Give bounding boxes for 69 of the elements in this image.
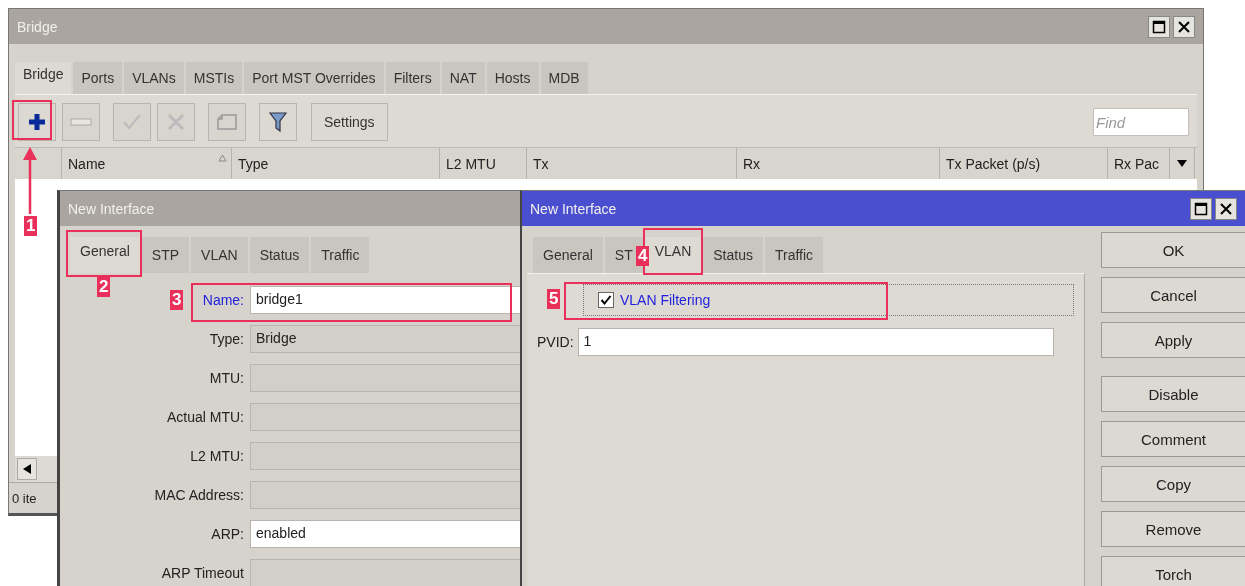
tab[interactable]: Ports xyxy=(73,62,125,94)
tab[interactable]: Filters xyxy=(385,62,442,94)
minus-icon xyxy=(70,116,92,128)
dialog-button[interactable]: OK xyxy=(1101,232,1245,268)
step-number: 5 xyxy=(547,289,561,309)
close-icon xyxy=(1177,19,1191,34)
tab[interactable]: Port MST Overrides xyxy=(244,62,386,94)
tab[interactable]: Bridge xyxy=(15,62,74,94)
step-number: 4 xyxy=(636,246,650,266)
dialog-button[interactable]: Cancel xyxy=(1101,277,1245,313)
dialog-button[interactable]: Disable xyxy=(1101,376,1245,412)
field-label: Type: xyxy=(209,330,244,347)
window-title: Bridge xyxy=(17,18,58,35)
filter-button[interactable] xyxy=(259,103,297,141)
cross-icon xyxy=(166,112,186,132)
maximize-icon xyxy=(1152,19,1166,34)
checkbox-label: VLAN Filtering xyxy=(620,292,711,308)
sort-arrow-icon xyxy=(218,154,227,162)
tab[interactable]: General xyxy=(533,237,605,273)
tab[interactable]: MDB xyxy=(540,62,590,94)
dialog-button[interactable]: Comment xyxy=(1101,421,1245,457)
tab[interactable]: STP xyxy=(141,237,192,273)
field-label: ARP Timeout xyxy=(161,564,244,581)
add-button[interactable] xyxy=(18,103,56,141)
maximize-button[interactable] xyxy=(1190,197,1212,220)
find-field[interactable]: Find xyxy=(1093,108,1189,136)
note-icon xyxy=(216,113,238,131)
field-label: PVID: xyxy=(537,334,574,350)
field-label: MTU: xyxy=(209,369,244,386)
field-label: MAC Address: xyxy=(154,486,244,503)
left-arrow-icon xyxy=(23,464,31,474)
window-title: New Interface xyxy=(68,200,155,217)
tab[interactable]: Status xyxy=(703,237,765,273)
checkbox[interactable] xyxy=(598,292,614,308)
tab[interactable]: Traffic xyxy=(311,237,372,273)
step-number: 3 xyxy=(170,290,184,310)
input-field[interactable]: 1 xyxy=(577,328,1054,356)
tab[interactable]: General xyxy=(70,237,142,273)
dialog-button[interactable]: Copy xyxy=(1101,466,1245,502)
filter-icon xyxy=(269,111,287,133)
arrow xyxy=(22,146,38,216)
scroll-left-button[interactable] xyxy=(17,458,37,480)
tab[interactable]: VLAN xyxy=(191,237,250,273)
tab[interactable]: Status xyxy=(249,237,312,273)
step-number: 1 xyxy=(24,216,38,236)
step-number: 2 xyxy=(97,277,111,297)
tab[interactable]: Hosts xyxy=(486,62,541,94)
tab[interactable]: MSTIs xyxy=(185,62,245,94)
status-text: 0 ite xyxy=(12,490,37,506)
tab[interactable]: VLANs xyxy=(124,62,186,94)
check-icon xyxy=(121,112,143,132)
field-label: Name: xyxy=(202,291,244,308)
dialog-button[interactable]: Remove xyxy=(1101,511,1245,547)
highlight-frame xyxy=(12,100,52,140)
settings-button[interactable]: Settings xyxy=(311,103,388,141)
close-icon xyxy=(1219,201,1233,216)
dialog-button[interactable]: Apply xyxy=(1101,322,1245,358)
field-label: ARP: xyxy=(211,525,244,542)
tab[interactable]: Traffic xyxy=(765,237,826,273)
plus-icon xyxy=(27,112,47,132)
field-label: Actual MTU: xyxy=(167,408,244,425)
close-button[interactable] xyxy=(1215,197,1237,220)
checkmark-icon xyxy=(600,294,612,306)
maximize-icon xyxy=(1194,201,1208,216)
tab[interactable]: NAT xyxy=(441,62,487,94)
field-label: L2 MTU: xyxy=(190,447,244,464)
caret-down-icon xyxy=(1177,160,1187,167)
dialog-button[interactable]: Torch xyxy=(1101,556,1245,586)
window-title: New Interface xyxy=(530,200,617,217)
